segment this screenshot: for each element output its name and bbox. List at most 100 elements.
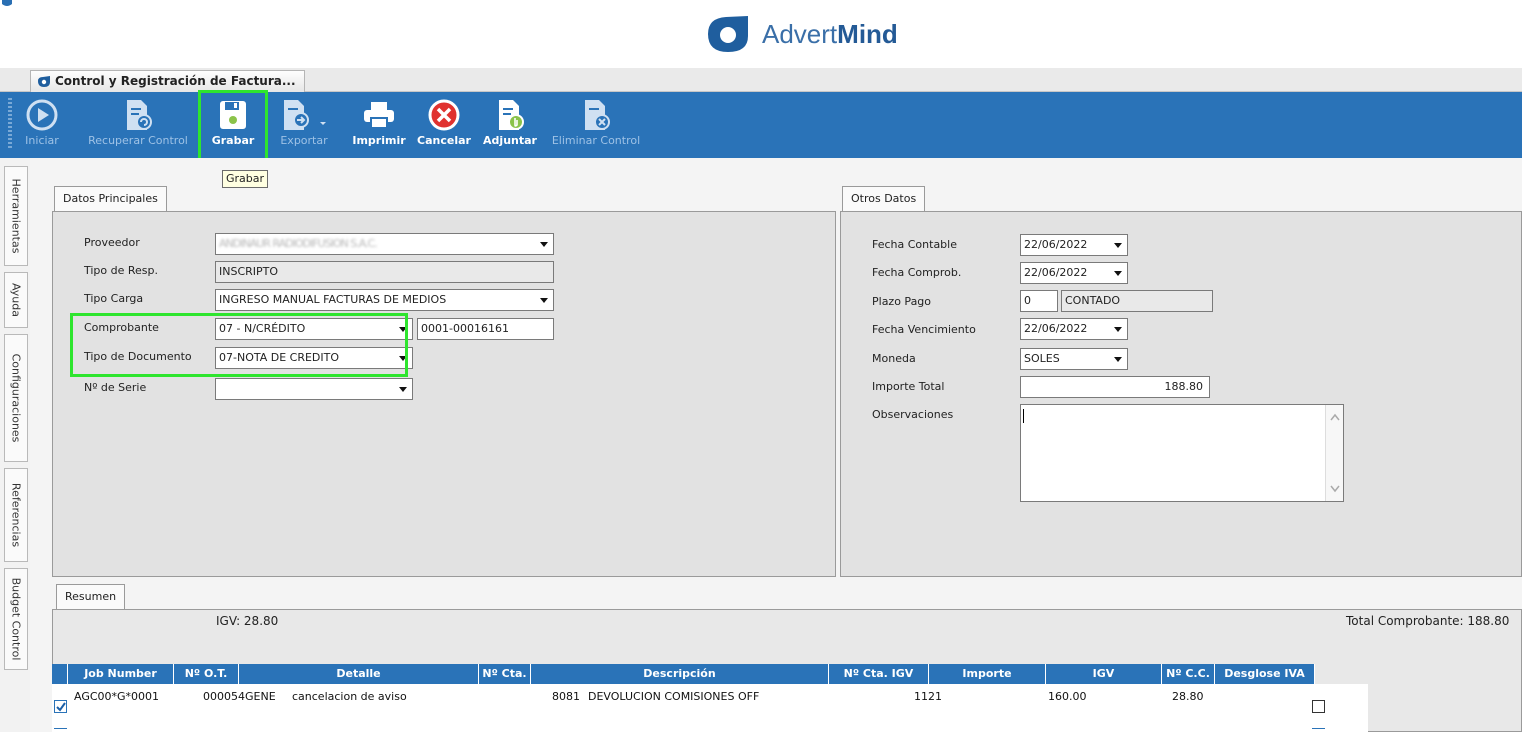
tipo-carga-select[interactable]: INGRESO MANUAL FACTURAS DE MEDIOS <box>215 289 554 311</box>
side-tab-budget-control[interactable]: Budget Control <box>4 568 28 670</box>
nro-serie-select[interactable] <box>215 378 413 400</box>
document-delete-icon <box>585 100 610 130</box>
checkmark-icon <box>56 702 66 712</box>
cell-job-number[interactable]: AGC00*G*0001 <box>74 690 159 703</box>
observaciones-label: Observaciones <box>872 408 954 421</box>
fecha-contable-picker[interactable]: 22/06/2022 <box>1020 234 1128 256</box>
cell-detalle[interactable]: cancelacion de aviso <box>292 690 407 703</box>
tipo-resp-label: Tipo de Resp. <box>84 264 159 277</box>
col-ot[interactable]: Nº O.T. <box>174 664 239 684</box>
advertmind-logo-icon <box>708 16 748 52</box>
fecha-contable-label: Fecha Contable <box>872 238 957 251</box>
proveedor-label: Proveedor <box>84 236 140 249</box>
fecha-comprob-picker[interactable]: 22/06/2022 <box>1020 262 1128 284</box>
igv-summary: IGV: 28.80 <box>216 614 279 628</box>
tab-datos-principales[interactable]: Datos Principales <box>54 186 167 212</box>
col-desglose-iva[interactable]: Desglose IVA <box>1215 664 1315 684</box>
fecha-vencimiento-label: Fecha Vencimiento <box>872 323 976 336</box>
app-mini-logo-icon <box>2 0 12 6</box>
col-importe[interactable]: Importe <box>929 664 1046 684</box>
col-descripcion[interactable]: Descripción <box>531 664 829 684</box>
cell-igv[interactable]: 28.80 <box>1172 690 1204 703</box>
col-job-number[interactable]: Job Number <box>68 664 174 684</box>
grid-corner-cell <box>52 664 68 684</box>
cell-cta[interactable]: 8081 <box>552 690 580 703</box>
document-tab-icon <box>38 76 50 87</box>
exportar-button[interactable]: Exportar <box>272 96 336 154</box>
grabar-highlight-box <box>198 90 268 164</box>
tab-resumen[interactable]: Resumen <box>56 584 126 610</box>
app-header: AdvertMind <box>0 0 1522 68</box>
tipo-resp-field: INSCRIPTO <box>215 261 554 283</box>
document-tab-label: Control y Registración de Factura... <box>55 74 296 88</box>
scroll-up-icon[interactable] <box>1330 413 1340 421</box>
document-export-icon <box>284 100 326 130</box>
toolbar-grip[interactable] <box>8 98 12 150</box>
desglose-iva-checkbox[interactable] <box>1312 700 1325 713</box>
chevron-down-icon[interactable] <box>537 234 551 254</box>
importe-total-label: Importe Total <box>872 380 945 393</box>
adjuntar-button[interactable]: Adjuntar <box>482 96 538 154</box>
cell-ot[interactable]: 000054GENE <box>203 690 276 703</box>
next-row-checkbox-edge <box>1312 728 1325 732</box>
tab-otros-datos[interactable]: Otros Datos <box>842 186 926 212</box>
col-igv[interactable]: IGV <box>1046 664 1162 684</box>
side-tab-bar: Herramientas Ayuda Configuraciones Refer… <box>0 158 30 732</box>
grabar-tooltip: Grabar <box>222 170 269 188</box>
tipo-carga-label: Tipo Carga <box>84 292 144 305</box>
comprobante-highlight-box <box>70 313 408 377</box>
chevron-down-icon[interactable] <box>1111 349 1125 369</box>
iniciar-button[interactable]: Iniciar <box>18 96 66 154</box>
col-cc[interactable]: Nº C.C. <box>1162 664 1215 684</box>
row-select-checkbox[interactable] <box>54 700 67 713</box>
chevron-down-icon[interactable] <box>537 290 551 310</box>
total-comprobante-summary: Total Comprobante: 188.80 <box>1346 614 1510 628</box>
cancel-x-icon <box>428 99 460 131</box>
moneda-label: Moneda <box>872 352 916 365</box>
plazo-pago-dias-input[interactable]: 0 <box>1020 290 1058 312</box>
imprimir-button[interactable]: Imprimir <box>350 96 408 154</box>
side-tab-herramientas[interactable]: Herramientas <box>4 166 28 266</box>
next-row-select-edge <box>54 728 67 732</box>
observaciones-scrollbar[interactable] <box>1325 405 1343 501</box>
play-icon <box>26 99 58 131</box>
fecha-comprob-label: Fecha Comprob. <box>872 266 962 279</box>
fecha-vencimiento-picker[interactable]: 22/06/2022 <box>1020 318 1128 340</box>
document-refresh-icon <box>127 100 152 130</box>
document-tab[interactable]: Control y Registración de Factura... <box>30 70 305 92</box>
text-caret <box>1023 409 1024 423</box>
document-tab-strip: Control y Registración de Factura... <box>0 68 1522 92</box>
cell-cta-igv[interactable]: 1121 <box>914 690 942 703</box>
nro-serie-label: Nº de Serie <box>84 381 147 394</box>
brand-name: AdvertMind <box>762 18 898 49</box>
detail-grid-header: Job Number Nº O.T. Detalle Nº Cta. Descr… <box>52 664 1315 684</box>
importe-total-input[interactable]: 188.80 <box>1020 376 1210 398</box>
col-cta[interactable]: Nº Cta. <box>479 664 531 684</box>
side-tab-configuraciones[interactable]: Configuraciones <box>4 334 28 462</box>
comprobante-numero-input[interactable]: 0001-00016161 <box>417 318 554 340</box>
brand-logo: AdvertMind <box>704 14 898 54</box>
cell-descripcion[interactable]: DEVOLUCION COMISIONES OFF <box>588 690 759 703</box>
chevron-down-icon[interactable] <box>1111 263 1125 283</box>
scroll-down-icon[interactable] <box>1330 485 1340 493</box>
proveedor-value-blurred: ANDINAUR RADIODIFUSION S.A.C. <box>219 237 378 250</box>
printer-icon <box>364 102 394 129</box>
proveedor-select[interactable]: ANDINAUR RADIODIFUSION S.A.C. <box>215 233 554 255</box>
col-cta-igv[interactable]: Nº Cta. IGV <box>829 664 929 684</box>
observaciones-textarea[interactable] <box>1020 404 1344 502</box>
chevron-down-icon <box>320 122 326 125</box>
chevron-down-icon[interactable] <box>396 379 410 399</box>
cancelar-button[interactable]: Cancelar <box>416 96 472 154</box>
plazo-pago-label: Plazo Pago <box>872 295 932 308</box>
side-tab-ayuda[interactable]: Ayuda <box>4 272 28 328</box>
plazo-pago-descripcion: CONTADO <box>1061 290 1213 312</box>
moneda-select[interactable]: SOLES <box>1020 348 1128 370</box>
col-detalle[interactable]: Detalle <box>239 664 479 684</box>
recuperar-control-button[interactable]: Recuperar Control <box>84 96 192 154</box>
attach-document-icon <box>499 100 524 130</box>
eliminar-control-button[interactable]: Eliminar Control <box>546 96 646 154</box>
chevron-down-icon[interactable] <box>1111 319 1125 339</box>
cell-importe[interactable]: 160.00 <box>1048 690 1087 703</box>
chevron-down-icon[interactable] <box>1111 235 1125 255</box>
side-tab-referencias[interactable]: Referencias <box>4 468 28 562</box>
